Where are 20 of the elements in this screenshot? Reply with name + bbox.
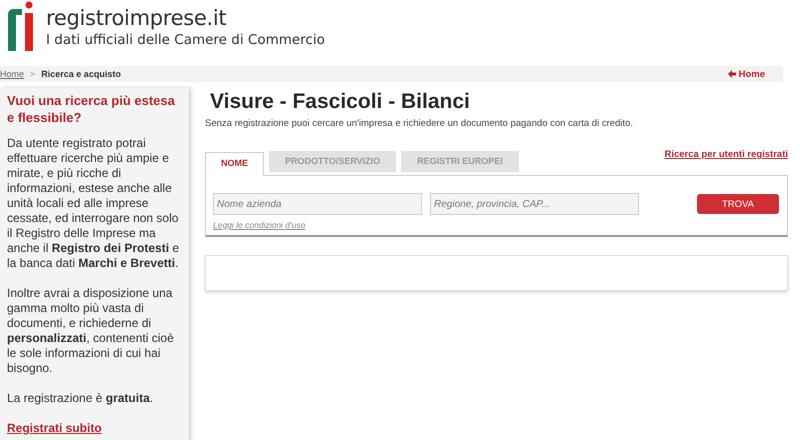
site-name: registroimprese.it	[46, 5, 228, 31]
search-tab[interactable]: NOME	[205, 152, 264, 176]
sidebar-title: Vuoi una ricerca più estesa e flessibile?	[7, 92, 176, 126]
breadcrumb-current: Ricerca e acquisto	[41, 69, 121, 79]
page-subtitle: Senza registrazione puoi cercare un'impresa e richiedere un documento pagando con carta di credito.	[205, 118, 634, 129]
site-tagline: I dati ufficiali delle Camere di Commercio	[46, 31, 325, 49]
breadcrumb-separator: >	[30, 69, 36, 79]
registered-search-link[interactable]: Ricerca per utenti registrati	[664, 149, 788, 160]
search-button[interactable]: TROVA	[697, 194, 779, 214]
terms-link[interactable]: Leggi le condizioni d'uso	[213, 220, 306, 230]
home-link[interactable]: Home	[728, 68, 765, 80]
back-arrow-icon	[728, 70, 736, 78]
page-title: Visure - Fascicoli - Bilanci	[210, 90, 471, 114]
input-field[interactable]: Nome azienda	[213, 193, 422, 215]
register-link[interactable]: Registrati subito	[7, 421, 102, 435]
sidebar-paragraph: Da utente registrato potrai effettuare ricerche più ampie e mirate, e più ricche di informazioni, estese anche alle unità locali ed alle imprese cessate, ed interrogare non solo il Registro delle Imprese ma anche il Registro dei Protesti e la banca dati Marchi e Brevetti.	[7, 136, 180, 271]
sidebar-paragraph: Inoltre avrai a disposizione una gamma molto più vasta di documenti, e richiederne di personalizzati, contenenti cioè le sole informazioni di cui hai bisogno.	[7, 286, 175, 376]
sidebar-paragraph: La registrazione è gratuita.	[7, 391, 154, 406]
breadcrumb-link[interactable]: Home	[0, 69, 24, 79]
input-field[interactable]: Regione, provincia, CAP...	[430, 193, 639, 215]
